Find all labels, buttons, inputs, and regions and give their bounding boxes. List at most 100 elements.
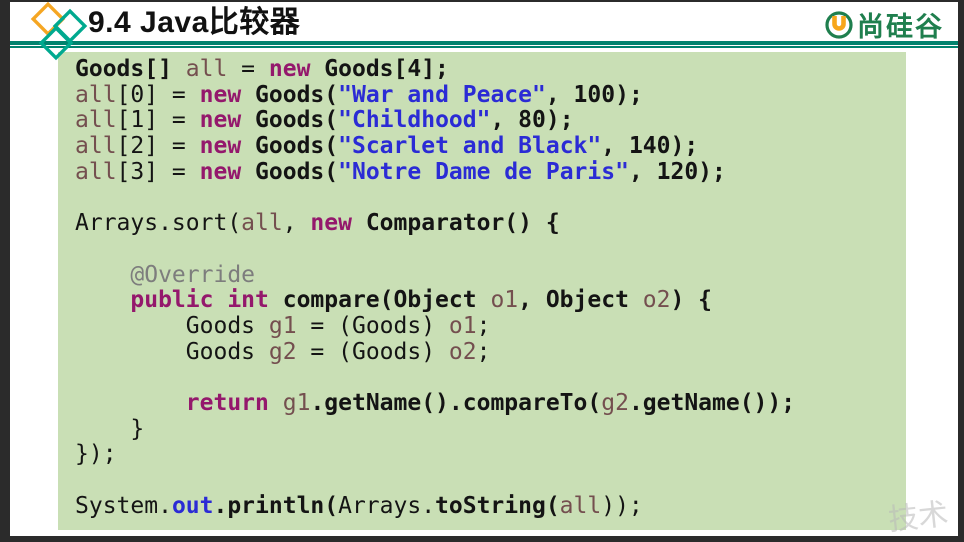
code-token: g1	[268, 312, 297, 339]
code-token: o2	[642, 287, 671, 314]
code-line: return g1.getName().compareTo(g2.getName…	[75, 389, 906, 417]
code-token: g1	[282, 389, 311, 416]
frame-border-left	[0, 0, 10, 542]
frame-border-bottom	[0, 536, 964, 542]
code-token: all	[75, 107, 117, 134]
code-token: "Scarlet and Black"	[338, 133, 602, 160]
code-token: public int	[75, 287, 269, 314]
code-line: System.out.println(Arrays.toString(all))…	[75, 492, 906, 520]
code-token: , 140);	[601, 133, 699, 160]
code-token: o1	[490, 287, 519, 314]
code-line: all[0] = new Goods("War and Peace", 100)…	[75, 81, 906, 109]
code-token: Arrays.sort(	[75, 210, 242, 237]
code-line: Goods g1 = (Goods) o1;	[75, 312, 906, 340]
code-token: new	[199, 107, 242, 134]
code-token: Goods[4];	[324, 56, 449, 82]
code-token: Comparator() {	[365, 210, 560, 237]
code-token: = (Goods)	[296, 338, 449, 365]
code-token: [3] =	[116, 158, 200, 185]
code-token: o1	[448, 312, 477, 339]
code-token: .println(	[213, 492, 339, 519]
code-token: new	[268, 56, 311, 82]
code-token: all	[185, 56, 228, 82]
code-token: [1] =	[116, 107, 200, 134]
code-token: }	[75, 415, 145, 442]
code-token: new	[199, 158, 242, 185]
code-token: [0] =	[116, 81, 200, 108]
code-token: g2	[268, 338, 297, 365]
code-token: return	[75, 389, 269, 416]
frame-border-right	[958, 0, 964, 542]
code-token: ;	[476, 338, 491, 365]
code-line: });	[75, 441, 906, 468]
code-token: , 80);	[490, 107, 574, 134]
code-token: =	[227, 56, 269, 82]
watermark: 技术	[886, 496, 951, 539]
code-token: all	[241, 210, 283, 237]
code-token: Goods(	[255, 158, 339, 185]
code-token: all	[75, 81, 117, 108]
code-token: , 120);	[628, 158, 726, 185]
page-title: 9.4 Java比较器	[88, 6, 301, 39]
code-line: all[1] = new Goods("Childhood", 80);	[75, 108, 906, 134]
code-token: Goods(	[255, 81, 339, 108]
code-token: , Object	[518, 287, 643, 314]
code-line: public int compare(Object o1, Object o2)…	[75, 287, 906, 314]
code-token: ,	[282, 210, 311, 237]
code-token: ;	[476, 312, 491, 339]
code-token: = (Goods)	[296, 312, 449, 339]
code-token: });	[75, 441, 117, 468]
code-token: Goods	[75, 338, 269, 365]
code-token: "Childhood"	[338, 107, 491, 134]
code-token: .getName().compareTo(	[310, 389, 602, 416]
code-token: new	[310, 210, 352, 237]
brand-u-circle-icon	[825, 11, 853, 39]
code-token: System.	[75, 492, 172, 519]
header-divider	[10, 41, 958, 48]
slide: 9.4 Java比较器 尚硅谷 Goods[] all = new Goods[…	[0, 0, 964, 542]
code-token: [2] =	[116, 133, 200, 160]
code-token: toString(	[435, 492, 560, 519]
code-token: all	[559, 492, 602, 519]
brand-text: 尚硅谷	[857, 11, 944, 42]
code-token: Goods(	[255, 133, 339, 160]
code-token: .getName());	[628, 389, 796, 416]
diamonds-logo-icon	[30, 1, 88, 61]
brand-logo: 尚硅谷	[824, 8, 944, 42]
code-token: , 100);	[545, 81, 643, 108]
code-token: g2	[601, 389, 629, 416]
frame-border-top	[0, 0, 964, 2]
code-token: @Override	[75, 261, 256, 288]
code-token: o2	[448, 338, 477, 365]
code-token: out	[171, 492, 214, 519]
code-token: new	[199, 133, 242, 160]
code-line: @Override	[75, 261, 906, 289]
code-token: "War and Peace"	[338, 81, 546, 108]
code-token: ) {	[670, 287, 713, 314]
code-block: Goods[] all = new Goods[4]; all[0] = new …	[58, 52, 906, 530]
code-token: Arrays.	[338, 492, 436, 519]
code-line: Arrays.sort(all, new Comparator() {	[75, 210, 906, 237]
code-token: "Notre Dame de Paris"	[338, 158, 629, 185]
code-line: }	[75, 415, 906, 443]
code-line: Goods[] all = new Goods[4];	[75, 56, 906, 83]
code-token: all	[75, 133, 117, 160]
code-token: compare(Object	[268, 287, 491, 314]
slide-header: 9.4 Java比较器 尚硅谷	[10, 2, 958, 42]
code-token: ));	[601, 492, 643, 519]
code-token: Goods(	[255, 107, 339, 134]
code-token: Goods	[75, 312, 269, 339]
code-line: all[3] = new Goods("Notre Dame de Paris"…	[75, 158, 906, 186]
code-line: Goods g2 = (Goods) o2;	[75, 338, 906, 366]
